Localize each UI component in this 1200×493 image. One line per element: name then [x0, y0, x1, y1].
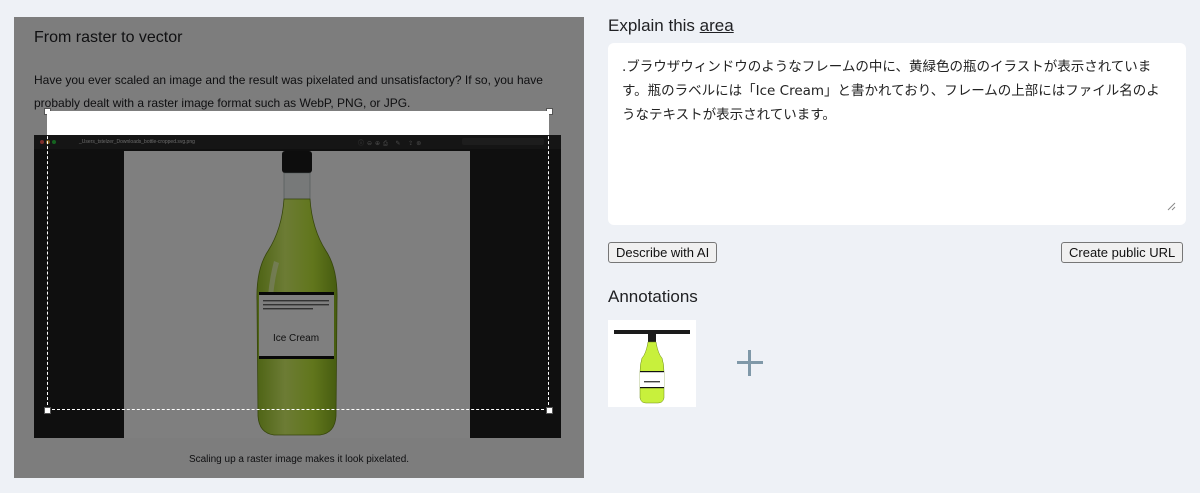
- area-link[interactable]: area: [700, 16, 734, 35]
- explain-heading-text: Explain this: [608, 16, 700, 35]
- resize-grip-icon[interactable]: [1167, 202, 1176, 211]
- explain-textbox-container: .ブラウザウィンドウのようなフレームの中に、黄緑色の瓶のイラストが表示されていま…: [608, 43, 1186, 225]
- article-preview[interactable]: From raster to vector Have you ever scal…: [14, 17, 584, 478]
- explain-heading: Explain this area: [608, 16, 734, 36]
- plus-icon: [737, 350, 763, 376]
- create-public-url-button[interactable]: Create public URL: [1061, 242, 1184, 263]
- explain-textarea[interactable]: .ブラウザウィンドウのようなフレームの中に、黄緑色の瓶のイラストが表示されていま…: [622, 55, 1170, 205]
- selection-handle-bottom-left[interactable]: [44, 407, 51, 414]
- selection-handle-bottom-right[interactable]: [546, 407, 553, 414]
- annotation-thumbnail-image: [614, 330, 690, 404]
- describe-with-ai-button[interactable]: Describe with AI: [608, 242, 718, 263]
- add-annotation-button[interactable]: [734, 347, 766, 379]
- annotations-heading: Annotations: [608, 287, 698, 306]
- selection-highlight: [47, 111, 549, 135]
- selection-box[interactable]: [47, 111, 549, 410]
- annotation-thumbnail[interactable]: [608, 320, 696, 407]
